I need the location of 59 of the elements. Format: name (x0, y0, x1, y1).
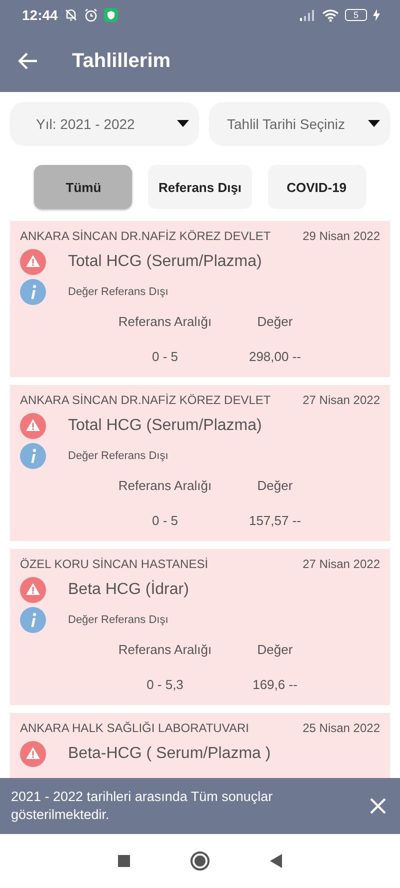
bell-off-icon (64, 8, 78, 22)
info-icon (20, 443, 46, 469)
result-value: 157,57 -- (248, 513, 302, 528)
shield-icon (104, 8, 118, 22)
filter-tab[interactable]: Tümü (34, 165, 132, 209)
column-header: Referans Aralığı (117, 642, 213, 657)
status-note: Değer Referans Dışı (68, 614, 168, 626)
charging-icon (373, 9, 380, 21)
back-button[interactable] (18, 52, 38, 70)
battery-level: 5 (345, 9, 367, 21)
test-name: Total HCG (Serum/Plazma) (68, 253, 262, 271)
result-card[interactable]: ANKARA SİNCAN DR.NAFİZ KÖREZ DEVLET 27 Nisan 2022 Total HCG (Serum/Plazma) Değer Referans Dışı Referans Aralığı Değer 0 - 5 157,57 -- (10, 385, 390, 541)
info-icon (20, 279, 46, 305)
status-note: Değer Referans Dışı (68, 286, 168, 298)
status-time: 12:44 (22, 7, 58, 23)
warning-icon (20, 249, 46, 275)
dropdown[interactable]: Yıl: 2021 - 2022 (10, 102, 199, 146)
status-note: Değer Referans Dışı (68, 450, 168, 462)
reference-range: 0 - 5 (150, 349, 179, 364)
institution-name: ANKARA HALK SAĞLIĞI LABORATUVARI (20, 721, 249, 735)
test-name: Beta-HCG ( Serum/Plazma ) (68, 745, 271, 763)
signal-icon (300, 9, 316, 21)
column-header: Değer (256, 478, 294, 493)
test-name: Total HCG (Serum/Plazma) (68, 417, 262, 435)
alarm-icon (84, 8, 98, 22)
result-date: 29 Nisan 2022 (302, 229, 380, 243)
close-button[interactable] (370, 798, 386, 814)
filter-tab[interactable]: COVID-19 (268, 165, 366, 209)
home-button[interactable] (190, 851, 210, 871)
screen-title: Tahlillerim (72, 50, 171, 72)
wifi-icon (322, 8, 339, 22)
warning-icon (20, 413, 46, 439)
back-nav-button[interactable] (270, 854, 282, 868)
column-header: Değer (256, 642, 294, 657)
column-header: Değer (256, 314, 294, 329)
result-card[interactable]: ANKARA HALK SAĞLIĞI LABORATUVARI 25 Nisan 2022 Beta-HCG ( Serum/Plazma ) (10, 713, 390, 778)
institution-name: ANKARA SİNCAN DR.NAFİZ KÖREZ DEVLET (20, 229, 271, 243)
column-header: Referans Aralığı (117, 478, 213, 493)
warning-icon (20, 741, 46, 767)
result-date: 27 Nisan 2022 (302, 557, 380, 571)
result-date: 25 Nisan 2022 (302, 721, 380, 735)
institution-name: ANKARA SİNCAN DR.NAFİZ KÖREZ DEVLET (20, 393, 271, 407)
warning-icon (20, 577, 46, 603)
result-date: 27 Nisan 2022 (302, 393, 380, 407)
result-card[interactable]: ÖZEL KORU SİNCAN HASTANESİ 27 Nisan 2022 Beta HCG (İdrar) Değer Referans Dışı Referans Aralığı Değer 0 - 5,3 169,6 -- (10, 549, 390, 705)
filter-tab[interactable]: Referans Dışı (148, 165, 252, 209)
dropdown[interactable]: Tahlil Tarihi Seçiniz (209, 102, 390, 146)
column-header: Referans Aralığı (117, 314, 213, 329)
reference-range: 0 - 5 (150, 513, 179, 528)
caret-icon (177, 120, 189, 128)
info-icon (20, 607, 46, 633)
result-card[interactable]: ANKARA SİNCAN DR.NAFİZ KÖREZ DEVLET 29 Nisan 2022 Total HCG (Serum/Plazma) Değer Referans Dışı Referans Aralığı Değer 0 - 5 298,00 -- (10, 221, 390, 377)
caret-icon (368, 120, 380, 128)
institution-name: ÖZEL KORU SİNCAN HASTANESİ (20, 557, 208, 571)
test-name: Beta HCG (İdrar) (68, 581, 189, 599)
snackbar-message: 2021 - 2022 tarihleri arasında Tüm sonuçlar gösterilmektedir. (11, 788, 274, 824)
reference-range: 0 - 5,3 (146, 677, 184, 692)
result-value: 169,6 -- (252, 677, 298, 692)
result-value: 298,00 -- (248, 349, 302, 364)
